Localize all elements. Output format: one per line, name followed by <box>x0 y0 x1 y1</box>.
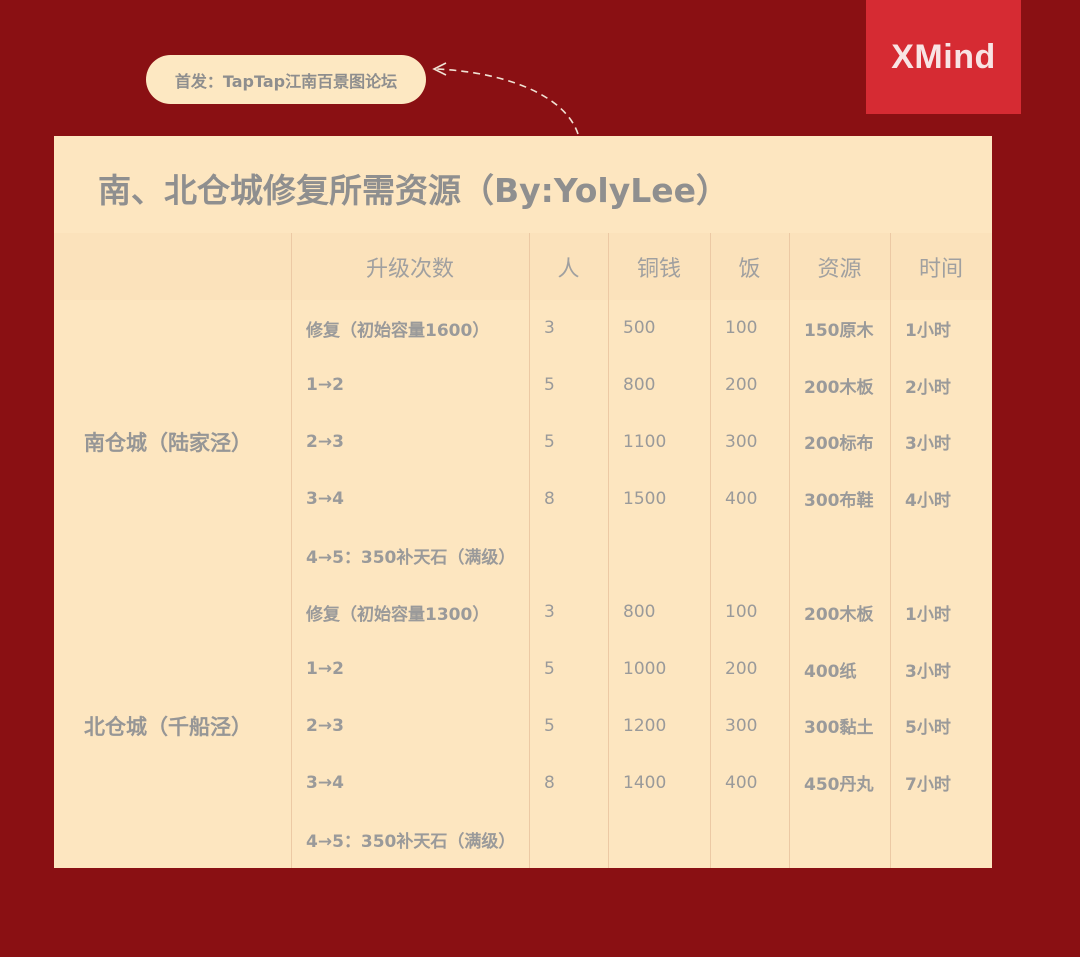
people-cell: 5 <box>544 375 555 396</box>
resource-cell <box>789 811 890 868</box>
coins-cell: 1000 <box>623 659 667 680</box>
rice-cell: 200 <box>725 375 758 396</box>
level-cell: 修复（初始容量1300） <box>306 604 490 625</box>
coins-cell: 1100 <box>623 431 667 452</box>
rice-cell: 300 <box>725 715 758 736</box>
resource-cell: 450丹丸 <box>804 775 874 796</box>
time-cell: 5小时 <box>905 718 951 739</box>
header-rice: 饭 <box>738 256 761 282</box>
resource-cell: 200木板 <box>804 377 874 398</box>
header-time: 时间 <box>918 256 963 282</box>
city-label: 南仓城（陆家泾） <box>84 430 252 455</box>
people-cell: 5 <box>544 715 555 736</box>
resource-cell: 150原木 <box>804 320 874 341</box>
rice-cell: 100 <box>725 318 758 339</box>
people-cell: 8 <box>544 772 555 793</box>
rice-cell: 200 <box>725 659 758 680</box>
resource-cell: 400纸 <box>804 661 857 682</box>
level-cell: 1→2 <box>306 375 344 396</box>
resource-table: 升级次数 人 铜钱 饭 资源 时间南仓城（陆家泾） 修复（初始容量1600） 3 500 100 1… <box>54 233 992 868</box>
coins-cell <box>608 811 710 868</box>
resource-cell <box>789 527 890 584</box>
city-label: 北仓城（千船泾） <box>84 714 252 739</box>
people-cell: 3 <box>544 318 555 339</box>
coins-cell: 1500 <box>623 488 667 509</box>
level-cell: 2→3 <box>306 431 344 452</box>
resource-cell: 300布鞋 <box>804 491 874 512</box>
time-cell: 3小时 <box>905 434 951 455</box>
logo-text: XMind <box>891 37 996 76</box>
people-cell <box>529 811 608 868</box>
page-title: 南、北仓城修复所需资源（By:YolyLee） <box>98 171 730 210</box>
time-cell <box>890 811 992 868</box>
coins-cell <box>608 527 710 584</box>
people-cell: 3 <box>544 602 555 623</box>
level-cell: 2→3 <box>306 715 344 736</box>
level-cell: 4→5：350补天石（满级） <box>306 832 516 853</box>
resource-cell: 300黏土 <box>804 718 874 739</box>
level-cell: 4→5：350补天石（满级） <box>306 548 516 569</box>
time-cell: 7小时 <box>905 775 951 796</box>
people-cell: 5 <box>544 659 555 680</box>
resource-cell: 200木板 <box>804 604 874 625</box>
time-cell: 1小时 <box>905 320 951 341</box>
coins-cell: 1400 <box>623 772 667 793</box>
rice-cell: 400 <box>725 772 758 793</box>
source-label: 首发：TapTap江南百景图论坛 <box>146 55 426 104</box>
rice-cell <box>710 527 789 584</box>
header-level: 升级次数 <box>365 256 454 282</box>
time-cell: 3小时 <box>905 661 951 682</box>
level-cell: 1→2 <box>306 659 344 680</box>
coins-cell: 1200 <box>623 715 667 736</box>
coins-cell: 500 <box>623 318 656 339</box>
level-cell: 3→4 <box>306 772 344 793</box>
header-resource: 资源 <box>817 256 862 282</box>
rice-cell: 300 <box>725 431 758 452</box>
rice-cell: 100 <box>725 602 758 623</box>
resource-table-card: 南、北仓城修复所需资源（By:YolyLee） 升级次数 人 铜钱 饭 资源 时间南仓城（… <box>54 136 992 868</box>
header-coins: 铜钱 <box>636 256 681 282</box>
header-people: 人 <box>557 256 580 282</box>
level-cell: 修复（初始容量1600） <box>306 320 490 341</box>
coins-cell: 800 <box>623 602 656 623</box>
time-cell: 4小时 <box>905 491 951 512</box>
time-cell <box>890 527 992 584</box>
people-cell <box>529 527 608 584</box>
people-cell: 8 <box>544 488 555 509</box>
time-cell: 1小时 <box>905 604 951 625</box>
coins-cell: 800 <box>623 375 656 396</box>
rice-cell: 400 <box>725 488 758 509</box>
rice-cell <box>710 811 789 868</box>
time-cell: 2小时 <box>905 377 951 398</box>
xmind-logo: XMind <box>866 0 1021 114</box>
level-cell: 3→4 <box>306 488 344 509</box>
resource-cell: 200标布 <box>804 434 874 455</box>
people-cell: 5 <box>544 431 555 452</box>
